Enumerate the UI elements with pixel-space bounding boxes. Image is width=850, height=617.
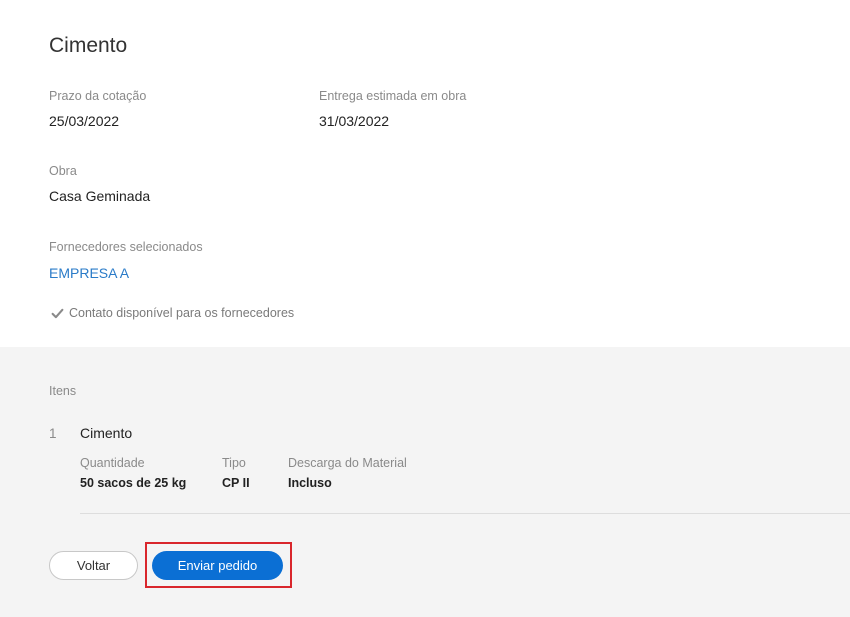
supplier-link[interactable]: EMPRESA A (49, 265, 129, 281)
deadline-value: 25/03/2022 (49, 113, 120, 129)
items-divider (80, 513, 850, 514)
unload-value: Incluso (288, 476, 332, 490)
back-button[interactable]: Voltar (49, 551, 138, 580)
quantity-label: Quantidade (80, 456, 145, 470)
type-label: Tipo (222, 456, 246, 470)
type-value: CP II (222, 476, 250, 490)
contact-status: Contato disponível para os fornecedores (51, 306, 294, 320)
delivery-label: Entrega estimada em obra (319, 89, 467, 103)
deadline-label: Prazo da cotação (49, 89, 147, 103)
suppliers-label: Fornecedores selecionados (49, 240, 203, 254)
page-title: Cimento (49, 34, 128, 57)
unload-label: Descarga do Material (288, 456, 407, 470)
summary-panel: Cimento Prazo da cotação 25/03/2022 Entr… (0, 0, 850, 347)
contact-text: Contato disponível para os fornecedores (69, 306, 295, 320)
check-icon (51, 308, 64, 318)
site-value: Casa Geminada (49, 188, 151, 204)
items-section-label: Itens (49, 384, 77, 398)
delivery-value: 31/03/2022 (319, 113, 390, 129)
quantity-value: 50 sacos de 25 kg (80, 476, 187, 490)
site-label: Obra (49, 164, 77, 178)
send-order-button[interactable]: Enviar pedido (152, 551, 283, 580)
item-name: Cimento (80, 425, 133, 441)
item-index: 1 (49, 426, 57, 441)
